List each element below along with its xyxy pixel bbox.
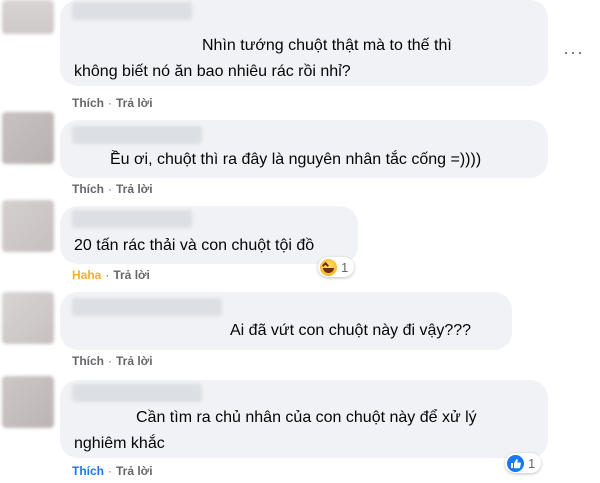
- comment-bubble: Ều ơi, chuột thì ra đây là nguyên nhân t…: [60, 120, 548, 178]
- more-options-icon[interactable]: ···: [563, 42, 584, 63]
- separator-dot: ·: [108, 464, 112, 478]
- reaction-count: 1: [341, 259, 349, 275]
- avatar[interactable]: [2, 0, 54, 34]
- comment-text-line: nghiêm khắc: [74, 435, 165, 452]
- reaction-badge[interactable]: 1: [318, 257, 355, 277]
- haha-reaction-button[interactable]: Haha: [72, 268, 101, 282]
- comment-text-line: không biết nó ăn bao nhiêu rác rồi nhỉ?: [74, 63, 351, 80]
- comment-text-line: 20 tấn rác thải và con chuột tội đồ: [74, 237, 315, 254]
- reply-button[interactable]: Trả lời: [116, 354, 153, 368]
- comment-text-line: Nhìn tướng chuột thật mà to thế thì: [202, 37, 452, 54]
- comment-actions: Haha · Trả lời: [72, 268, 150, 282]
- comment-text-line: Cần tìm ra chủ nhân của con chuột này để…: [136, 409, 477, 426]
- avatar[interactable]: [2, 376, 54, 428]
- avatar[interactable]: [2, 292, 54, 344]
- like-button[interactable]: Thích: [72, 354, 104, 368]
- reaction-badge[interactable]: 1: [505, 453, 542, 473]
- comment-bubble: 20 tấn rác thải và con chuột tội đồ: [60, 206, 358, 264]
- commenter-name[interactable]: [72, 126, 202, 144]
- avatar[interactable]: [2, 200, 54, 252]
- reply-button[interactable]: Trả lời: [116, 464, 153, 478]
- like-emoji-icon: [507, 454, 524, 472]
- comment-text-line: Ai đã vứt con chuột này đi vậy???: [230, 322, 472, 339]
- comment-actions: Thích · Trả lời: [72, 182, 153, 196]
- separator-dot: ·: [108, 354, 112, 368]
- comment-bubble: Ai đã vứt con chuột này đi vậy???: [60, 292, 512, 350]
- avatar[interactable]: [2, 112, 54, 164]
- separator-dot: ·: [108, 182, 112, 196]
- reaction-count: 1: [528, 455, 536, 471]
- comment-text-line: Ều ơi, chuột thì ra đây là nguyên nhân t…: [110, 151, 482, 168]
- reply-button[interactable]: Trả lời: [116, 182, 153, 196]
- reply-button[interactable]: Trả lời: [116, 96, 153, 110]
- like-button[interactable]: Thích: [72, 96, 104, 110]
- commenter-name[interactable]: [72, 298, 222, 316]
- separator-dot: ·: [105, 268, 110, 282]
- commenter-name[interactable]: [72, 210, 192, 228]
- haha-emoji-icon: [320, 258, 337, 276]
- separator-dot: ·: [108, 96, 112, 110]
- like-button[interactable]: Thích: [72, 464, 104, 478]
- comment-actions: Thích · Trả lời: [72, 464, 153, 478]
- commenter-name[interactable]: [72, 2, 192, 20]
- commenter-name[interactable]: [72, 384, 202, 402]
- comment-bubble: Nhìn tướng chuột thật mà to thế thì khôn…: [60, 0, 548, 86]
- comment-actions: Thích · Trả lời: [72, 354, 153, 368]
- comment-bubble: Cần tìm ra chủ nhân của con chuột này để…: [60, 380, 548, 458]
- comment-actions: Thích · Trả lời: [72, 96, 153, 110]
- like-button[interactable]: Thích: [72, 182, 104, 196]
- reply-button[interactable]: Trả lời: [113, 268, 150, 282]
